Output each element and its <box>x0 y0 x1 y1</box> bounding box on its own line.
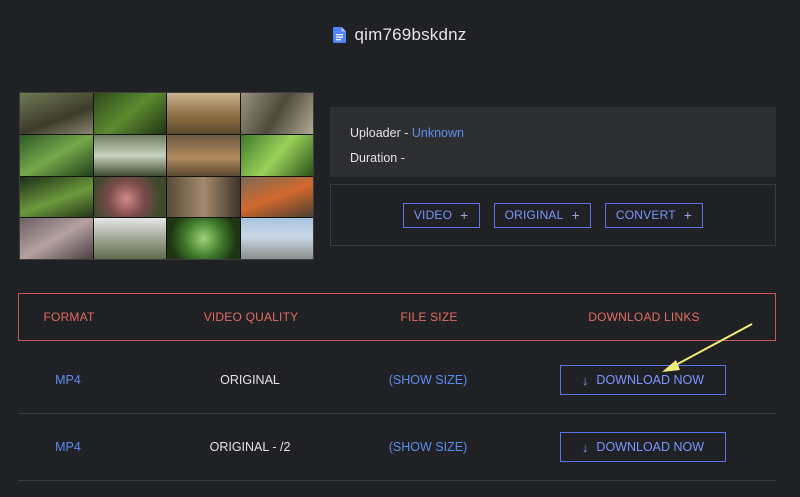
format-cell: MP4 <box>55 373 81 387</box>
duration-line: Duration - <box>350 146 756 171</box>
thumbnail-frame <box>20 93 93 134</box>
uploader-label: Uploader - <box>350 126 412 140</box>
plus-icon: + <box>683 207 693 223</box>
plus-icon: + <box>571 207 580 223</box>
original-option-label: ORIGINAL <box>504 208 564 222</box>
table-row: MP4 ORIGINAL (SHOW SIZE) ↓ DOWNLOAD NOW <box>18 347 776 413</box>
title-row: qim769bskdnz <box>0 22 800 48</box>
download-arrow-icon: ↓ <box>581 439 589 455</box>
thumbnail-frame <box>20 218 93 259</box>
duration-label: Duration - <box>350 151 405 165</box>
show-size-link[interactable]: (SHOW SIZE) <box>348 347 508 413</box>
download-arrow-icon: ↓ <box>581 372 589 388</box>
download-now-button[interactable]: ↓ DOWNLOAD NOW <box>560 432 726 462</box>
thumbnail-frame <box>93 93 166 134</box>
row-divider <box>18 480 776 481</box>
video-info-panel: Uploader - Unknown Duration - <box>330 107 776 177</box>
thumbnail-frame <box>240 134 313 176</box>
convert-option-label: CONVERT <box>615 208 676 222</box>
header-download-links: DOWNLOAD LINKS <box>588 310 700 324</box>
page: qim769bskdnz Uploader - Unknown Duration… <box>0 0 800 497</box>
thumbnail-frame <box>93 176 166 218</box>
video-option-label: VIDEO <box>413 208 453 222</box>
table-header: FORMAT VIDEO QUALITY FILE SIZE DOWNLOAD … <box>18 293 776 341</box>
original-option-button[interactable]: ORIGINAL + <box>493 202 591 228</box>
format-cell: MP4 <box>55 440 81 454</box>
download-now-button[interactable]: ↓ DOWNLOAD NOW <box>560 365 726 395</box>
thumbnail-frame <box>20 134 93 176</box>
show-size-link[interactable]: (SHOW SIZE) <box>348 414 508 480</box>
thumbnail-frame <box>240 93 313 134</box>
thumbnail-frame <box>167 218 240 259</box>
document-icon <box>333 27 347 43</box>
page-title: qim769bskdnz <box>354 25 467 44</box>
plus-icon: + <box>460 207 469 223</box>
quality-cell: ORIGINAL <box>220 373 280 387</box>
quality-cell: ORIGINAL - /2 <box>209 440 291 454</box>
header-video-quality: VIDEO QUALITY <box>203 310 299 324</box>
convert-option-button[interactable]: CONVERT + <box>604 202 704 228</box>
uploader-line: Uploader - Unknown <box>350 121 756 146</box>
thumbnail-frame <box>167 134 240 176</box>
thumbnail-frame <box>20 176 93 218</box>
uploader-link[interactable]: Unknown <box>412 126 464 140</box>
format-options-panel: VIDEO + ORIGINAL + CONVERT + <box>330 184 776 246</box>
header-format: FORMAT <box>43 310 95 324</box>
thumbnail-frame <box>240 218 313 259</box>
thumbnail-frame <box>93 134 166 176</box>
download-cell: ↓ DOWNLOAD NOW <box>538 414 748 480</box>
thumbnail-frame <box>240 176 313 218</box>
thumbnail-frame <box>167 93 240 134</box>
thumbnail-frame <box>93 218 166 259</box>
video-option-button[interactable]: VIDEO + <box>402 202 480 228</box>
header-file-size: FILE SIZE <box>400 310 458 324</box>
download-now-label: DOWNLOAD NOW <box>596 373 705 387</box>
table-row: MP4 ORIGINAL - /2 (SHOW SIZE) ↓ DOWNLOAD… <box>18 414 776 480</box>
video-thumbnail-mosaic[interactable] <box>19 92 314 260</box>
download-now-label: DOWNLOAD NOW <box>596 440 705 454</box>
thumbnail-frame <box>167 176 240 218</box>
download-cell: ↓ DOWNLOAD NOW <box>538 347 748 413</box>
